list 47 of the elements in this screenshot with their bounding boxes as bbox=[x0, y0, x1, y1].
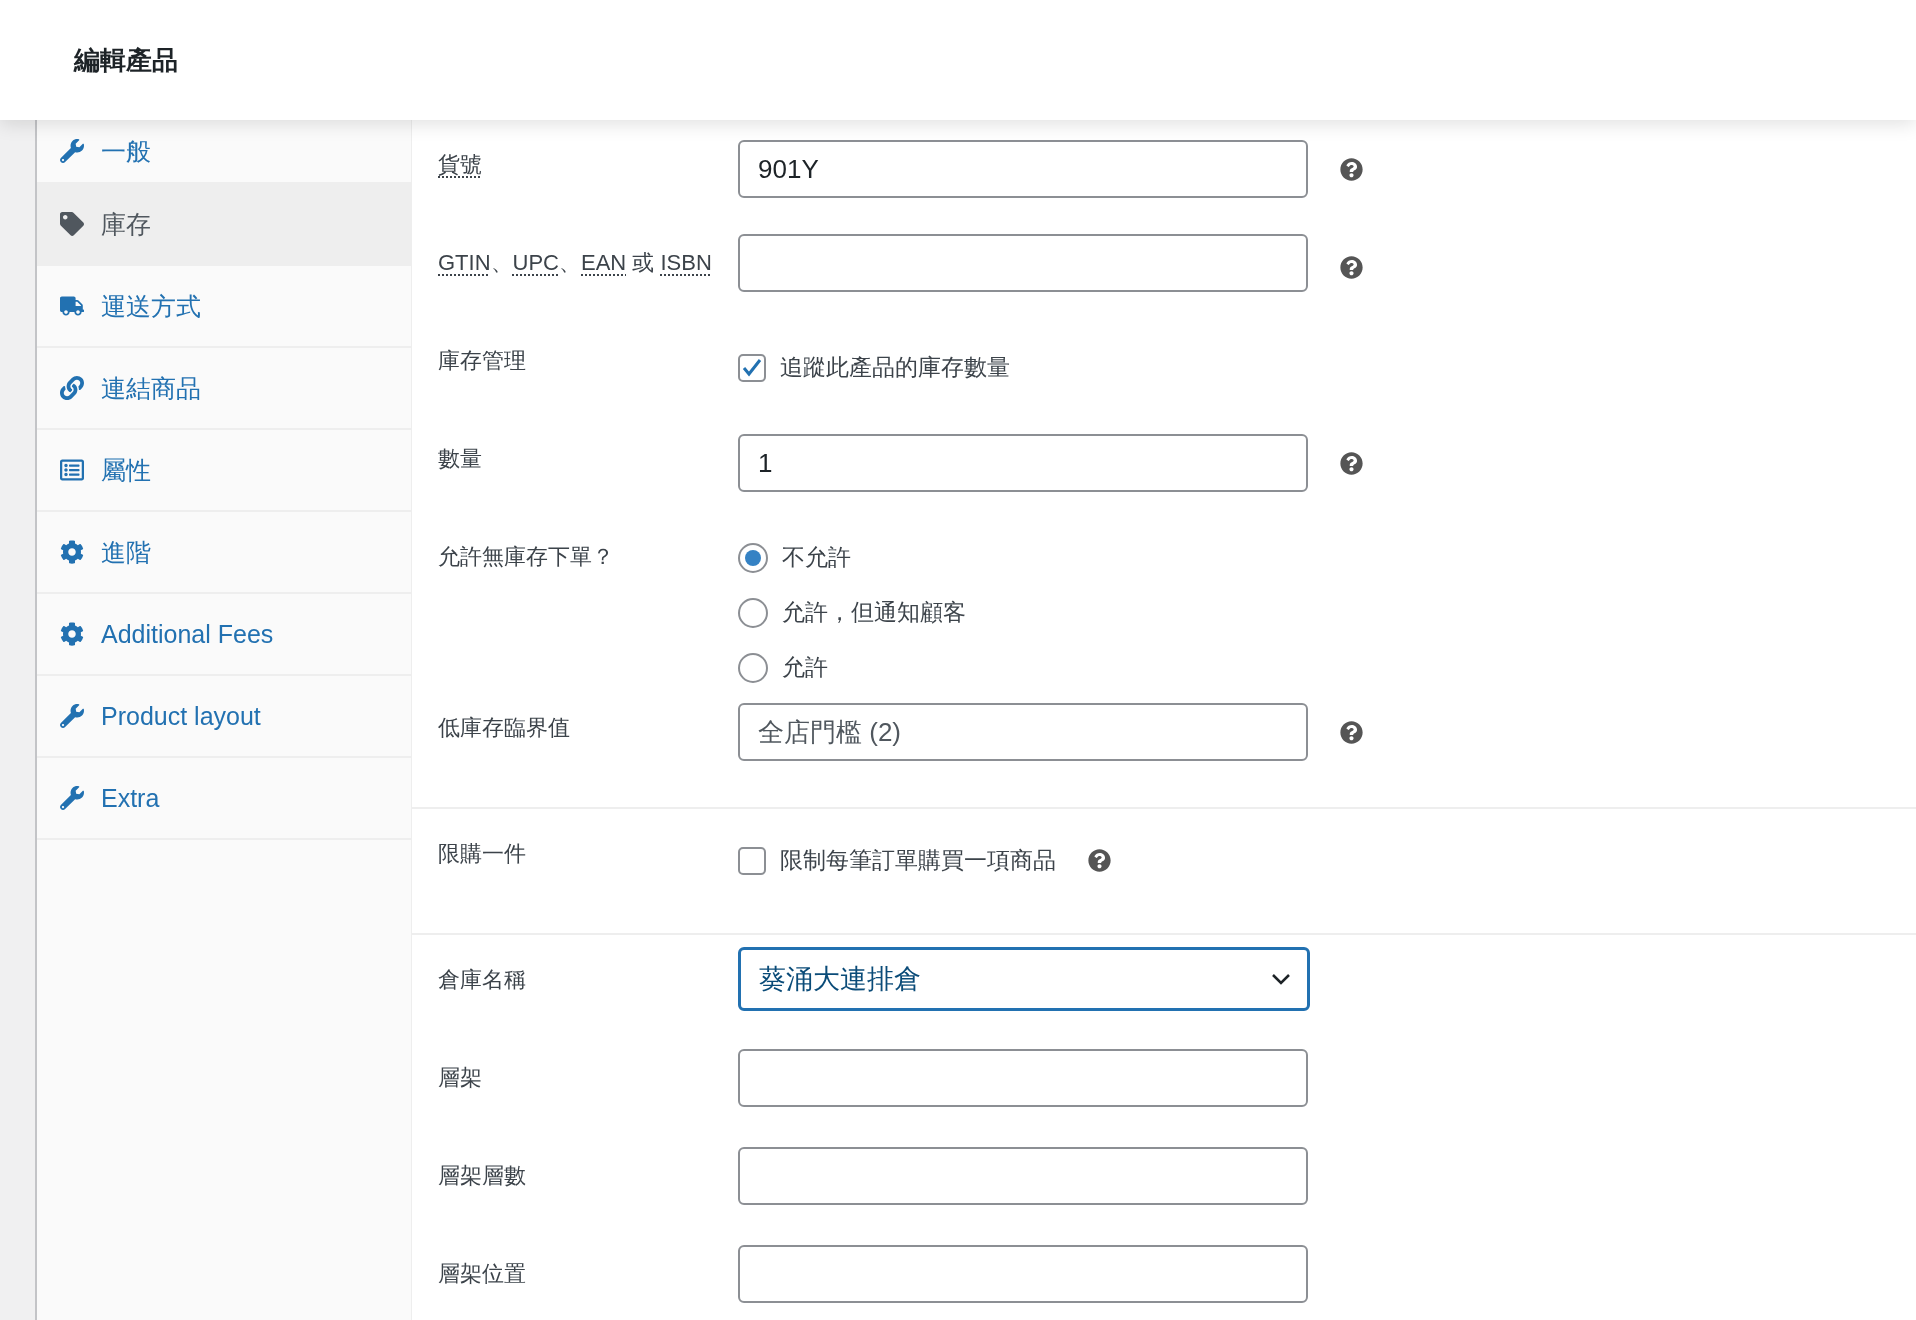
checkbox[interactable] bbox=[738, 353, 766, 382]
field-label: 庫存管理 bbox=[438, 347, 527, 375]
checkbox[interactable] bbox=[738, 846, 766, 875]
text-field[interactable]: 全店門檻 (2) bbox=[738, 703, 1308, 761]
list-icon bbox=[59, 458, 85, 482]
field-label: GTIN、UPC、EAN 或 ISBN bbox=[438, 249, 713, 277]
radio-label: 允許 bbox=[782, 653, 828, 682]
gear-icon bbox=[59, 622, 85, 646]
checkbox-label: 限制每筆訂單購買一項商品 bbox=[780, 846, 1056, 875]
radio-button[interactable] bbox=[738, 652, 768, 683]
sidebar-tab[interactable]: 庫存 bbox=[37, 184, 411, 266]
field-label: 層架位置 bbox=[438, 1260, 527, 1288]
field-label: 貨號 bbox=[438, 151, 483, 179]
link-icon bbox=[59, 376, 85, 400]
field-label: 允許無庫存下單？ bbox=[438, 543, 615, 571]
page-title: 編輯產品 bbox=[74, 43, 178, 77]
radio-button[interactable] bbox=[738, 597, 768, 628]
field-label: 低庫存臨界值 bbox=[438, 714, 571, 742]
field-label: 層架 bbox=[438, 1064, 483, 1092]
text-field[interactable] bbox=[738, 1147, 1308, 1205]
text-field[interactable] bbox=[738, 1245, 1308, 1303]
field-label: 限購一件 bbox=[438, 840, 527, 868]
truck-icon bbox=[59, 294, 85, 318]
radio-button[interactable] bbox=[738, 542, 768, 573]
help-icon[interactable] bbox=[1088, 849, 1111, 872]
gear-icon bbox=[59, 540, 85, 564]
help-icon[interactable] bbox=[1340, 721, 1363, 744]
radio-label: 不允許 bbox=[782, 543, 851, 572]
help-icon[interactable] bbox=[1340, 452, 1363, 475]
text-field[interactable]: 901Y bbox=[738, 140, 1308, 198]
wrench-icon bbox=[59, 786, 85, 810]
wrench-icon bbox=[59, 704, 85, 728]
checkbox-label: 追蹤此產品的庫存數量 bbox=[780, 353, 1010, 382]
wrench-icon bbox=[59, 139, 85, 163]
chevron-down-icon bbox=[1271, 973, 1291, 985]
checkmark-icon bbox=[741, 356, 763, 379]
field-label: 數量 bbox=[438, 445, 483, 473]
field-label: 層架層數 bbox=[438, 1162, 527, 1190]
text-field[interactable] bbox=[738, 234, 1308, 292]
field-label: 倉庫名稱 bbox=[438, 966, 527, 994]
help-icon[interactable] bbox=[1340, 256, 1363, 279]
select-field[interactable]: 葵涌大連排倉 bbox=[738, 947, 1310, 1011]
radio-label: 允許，但通知顧客 bbox=[782, 598, 966, 627]
help-icon[interactable] bbox=[1340, 158, 1363, 181]
text-field[interactable] bbox=[738, 1049, 1308, 1107]
tag-icon bbox=[59, 212, 85, 236]
text-field[interactable]: 1 bbox=[738, 434, 1308, 492]
